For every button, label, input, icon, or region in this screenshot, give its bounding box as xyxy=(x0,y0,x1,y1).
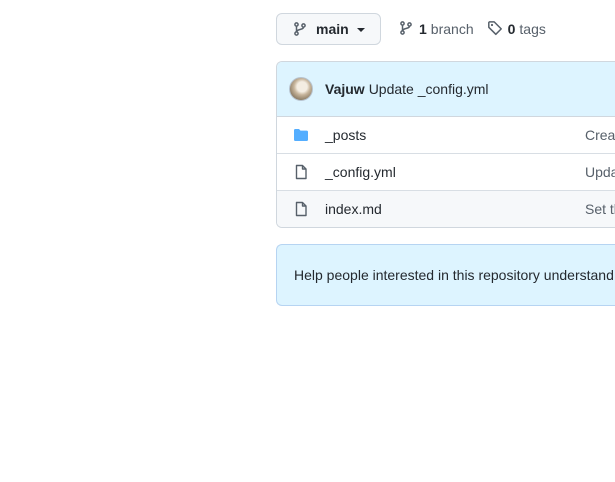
git-branch-icon xyxy=(292,21,308,37)
tag-label: tags xyxy=(519,21,546,37)
file-row-config[interactable]: _config.yml Upda xyxy=(277,154,615,191)
commit-author[interactable]: Vajuw xyxy=(325,81,365,97)
tag-icon xyxy=(487,20,503,39)
readme-prompt: Help people interested in this repositor… xyxy=(276,244,615,306)
file-row-posts[interactable]: _posts Creat xyxy=(277,117,615,154)
file-name[interactable]: _config.yml xyxy=(325,164,585,180)
branch-bar: main 1 branch 0 tags xyxy=(276,13,546,45)
branch-count: 1 xyxy=(419,21,427,37)
chevron-down-icon xyxy=(356,28,365,32)
file-commit-message[interactable]: Set th xyxy=(585,201,615,217)
tag-count: 0 xyxy=(507,21,516,37)
branch-label: branch xyxy=(430,21,474,37)
folder-icon xyxy=(293,127,309,143)
git-branch-icon xyxy=(398,20,414,39)
avatar[interactable] xyxy=(289,77,313,101)
file-name[interactable]: index.md xyxy=(325,201,585,217)
file-commit-message[interactable]: Upda xyxy=(585,164,615,180)
current-branch-name: main xyxy=(316,21,349,37)
latest-commit-header: Vajuw Update _config.yml xyxy=(277,62,615,117)
file-icon xyxy=(293,164,309,180)
commit-message[interactable]: Update _config.yml xyxy=(369,81,489,97)
file-commit-message[interactable]: Creat xyxy=(585,127,615,143)
branches-link[interactable]: 1 branch xyxy=(398,20,474,39)
file-icon xyxy=(293,201,309,217)
branch-select-button[interactable]: main xyxy=(276,13,381,45)
file-row-index[interactable]: index.md Set th xyxy=(277,191,615,227)
file-name[interactable]: _posts xyxy=(325,127,585,143)
tags-link[interactable]: 0 tags xyxy=(487,20,546,39)
repository-page: main 1 branch 0 tags Vajuw Update _confi… xyxy=(0,0,615,482)
file-list: Vajuw Update _config.yml _posts Creat _c… xyxy=(276,61,615,228)
readme-prompt-text: Help people interested in this repositor… xyxy=(294,267,614,283)
